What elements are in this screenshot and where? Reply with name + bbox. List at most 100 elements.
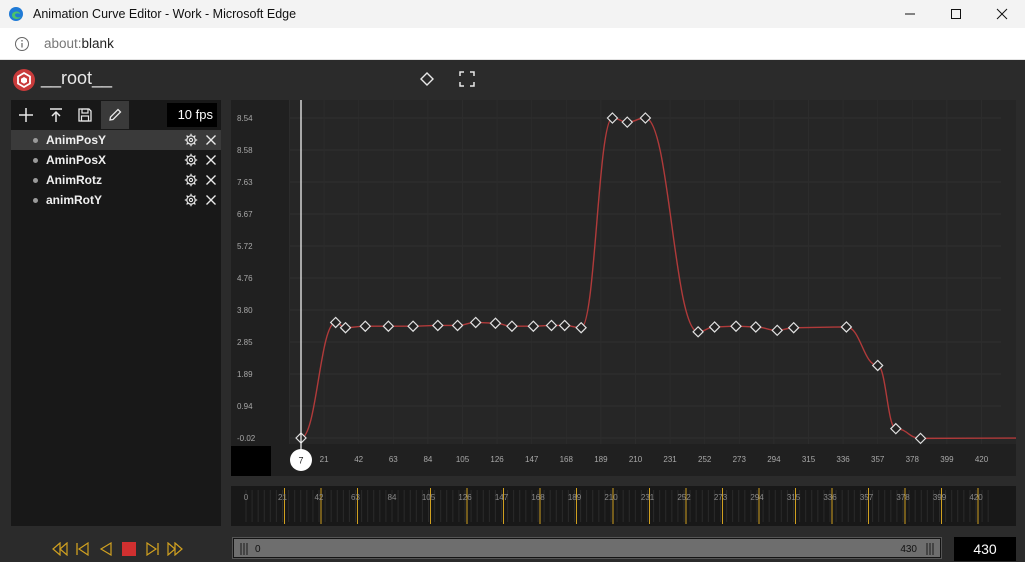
save-button[interactable] bbox=[71, 101, 99, 129]
track-name: AnimPosY bbox=[46, 133, 107, 147]
timeline-scrollbar[interactable]: 0 430 bbox=[232, 537, 942, 559]
timeline-tick-label: 63 bbox=[351, 493, 360, 502]
info-icon[interactable] bbox=[14, 36, 30, 52]
x-tick-label: 273 bbox=[733, 455, 747, 464]
url-text[interactable]: about:blank bbox=[44, 36, 114, 51]
go-to-end-button[interactable] bbox=[140, 538, 163, 560]
track-toolbar: 10 fps bbox=[11, 100, 221, 130]
window-title: Animation Curve Editor - Work - Microsof… bbox=[33, 7, 297, 21]
timeline-tick-label: 315 bbox=[787, 493, 801, 502]
minimize-button[interactable] bbox=[887, 0, 933, 28]
timeline-tick-label: 252 bbox=[677, 493, 691, 502]
timeline-tick-label: 336 bbox=[823, 493, 837, 502]
maximize-button[interactable] bbox=[933, 0, 979, 28]
x-tick-label: 168 bbox=[560, 455, 574, 464]
add-keyframe-diamond-icon[interactable] bbox=[418, 70, 436, 88]
track-row[interactable]: animRotY bbox=[11, 190, 221, 210]
timeline-tick-label: 147 bbox=[495, 493, 509, 502]
x-tick-label: 63 bbox=[389, 455, 398, 464]
stop-button[interactable] bbox=[117, 538, 140, 560]
x-tick-label: 84 bbox=[423, 455, 432, 464]
x-tick-label: 378 bbox=[906, 455, 920, 464]
cube-logo-icon bbox=[13, 69, 35, 91]
url-scheme: about: bbox=[44, 36, 82, 51]
close-icon[interactable] bbox=[205, 194, 217, 206]
go-to-start-button[interactable] bbox=[71, 538, 94, 560]
gear-icon[interactable] bbox=[184, 173, 198, 187]
close-icon bbox=[996, 8, 1008, 20]
x-tick-label: 42 bbox=[354, 455, 363, 464]
curve-graph[interactable]: 8.54 8.58 7.63 6.67 5.72 4.76 3.80 2.85 1.89 0.94… bbox=[231, 100, 1016, 476]
frame-count-field[interactable]: 430 bbox=[954, 537, 1016, 561]
x-tick-label: 189 bbox=[594, 455, 608, 464]
close-icon[interactable] bbox=[205, 134, 217, 146]
x-tick-label: 210 bbox=[629, 455, 643, 464]
address-bar[interactable]: about:blank bbox=[0, 28, 1025, 60]
close-icon[interactable] bbox=[205, 174, 217, 186]
x-tick-label: 336 bbox=[836, 455, 850, 464]
upload-button[interactable] bbox=[42, 101, 70, 129]
track-row[interactable]: AnimRotz bbox=[11, 170, 221, 190]
maximize-icon bbox=[951, 9, 961, 19]
edit-button[interactable] bbox=[101, 101, 129, 129]
timeline-tick-label: 21 bbox=[278, 493, 287, 502]
x-tick-label: 105 bbox=[456, 455, 470, 464]
skip-start-icon bbox=[75, 542, 89, 556]
right-grip-icon[interactable] bbox=[925, 542, 935, 556]
curve-editor-app: __root__ 10 fps AnimPosY AminPosX AnimRotz… bbox=[0, 60, 1025, 562]
scroll-end-label: 430 bbox=[900, 544, 917, 555]
x-tick-label: 420 bbox=[975, 455, 989, 464]
gear-icon[interactable] bbox=[184, 193, 198, 207]
rewind-button[interactable] bbox=[48, 538, 71, 560]
y-tick-label: 6.67 bbox=[237, 210, 253, 219]
x-tick-label: 357 bbox=[871, 455, 885, 464]
track-panel: 10 fps AnimPosY AminPosX AnimRotz animRotY bbox=[11, 100, 221, 526]
x-tick-label: 315 bbox=[802, 455, 816, 464]
track-name: animRotY bbox=[46, 193, 103, 207]
left-grip-icon[interactable] bbox=[239, 542, 249, 556]
track-name: AnimRotz bbox=[46, 173, 102, 187]
close-window-button[interactable] bbox=[979, 0, 1025, 28]
track-dot bbox=[33, 198, 38, 203]
y-tick-label: 3.80 bbox=[237, 306, 253, 315]
y-tick-label: 7.63 bbox=[237, 178, 253, 187]
window-titlebar: Animation Curve Editor - Work - Microsof… bbox=[0, 0, 1025, 28]
app-header: __root__ bbox=[0, 60, 1025, 98]
x-tick-label: 21 bbox=[320, 455, 329, 464]
y-tick-label: -0.02 bbox=[237, 434, 256, 443]
track-row[interactable]: AminPosX bbox=[11, 150, 221, 170]
timeline-strip[interactable]: 0 21 42 63 84 105 126 147 168 189 210 231 252 273 294 3… bbox=[231, 486, 1016, 526]
plot-area bbox=[289, 100, 1016, 444]
track-list: AnimPosY AminPosX AnimRotz animRotY bbox=[11, 130, 221, 210]
timeline-tick-label: 399 bbox=[933, 493, 947, 502]
scrollbar-thumb[interactable]: 0 430 bbox=[234, 539, 940, 557]
close-icon[interactable] bbox=[205, 154, 217, 166]
fast-forward-button[interactable] bbox=[163, 538, 186, 560]
edge-browser-icon bbox=[9, 7, 23, 21]
timeline-tick-label: 210 bbox=[604, 493, 618, 502]
expand-icon[interactable] bbox=[458, 70, 476, 88]
save-icon bbox=[78, 108, 92, 122]
add-track-button[interactable] bbox=[12, 101, 40, 129]
play-backward-icon bbox=[99, 542, 112, 556]
url-path: blank bbox=[81, 36, 114, 51]
y-tick-label: 8.54 bbox=[237, 114, 253, 123]
skip-end-icon bbox=[145, 542, 159, 556]
timeline-tick-label: 273 bbox=[714, 493, 728, 502]
x-tick-label: 399 bbox=[940, 455, 954, 464]
timeline-svg[interactable]: 0 21 42 63 84 105 126 147 168 189 210 231 252 273 294 3… bbox=[231, 486, 1016, 526]
y-tick-label: 5.72 bbox=[237, 242, 253, 251]
timeline-tick-label: 168 bbox=[531, 493, 545, 502]
gear-icon[interactable] bbox=[184, 153, 198, 167]
pencil-icon bbox=[109, 108, 122, 121]
curve-graph-svg[interactable]: 8.54 8.58 7.63 6.67 5.72 4.76 3.80 2.85 1.89 0.94… bbox=[231, 100, 1016, 476]
track-row[interactable]: AnimPosY bbox=[11, 130, 221, 150]
fast-forward-icon bbox=[166, 542, 183, 556]
gear-icon[interactable] bbox=[184, 133, 198, 147]
play-backward-button[interactable] bbox=[94, 538, 117, 560]
frame-preview-box bbox=[231, 446, 271, 476]
fps-field[interactable]: 10 fps bbox=[167, 103, 217, 127]
y-tick-label: 8.58 bbox=[237, 146, 253, 155]
track-name: AminPosX bbox=[46, 153, 107, 167]
scroll-start-label: 0 bbox=[255, 544, 261, 555]
